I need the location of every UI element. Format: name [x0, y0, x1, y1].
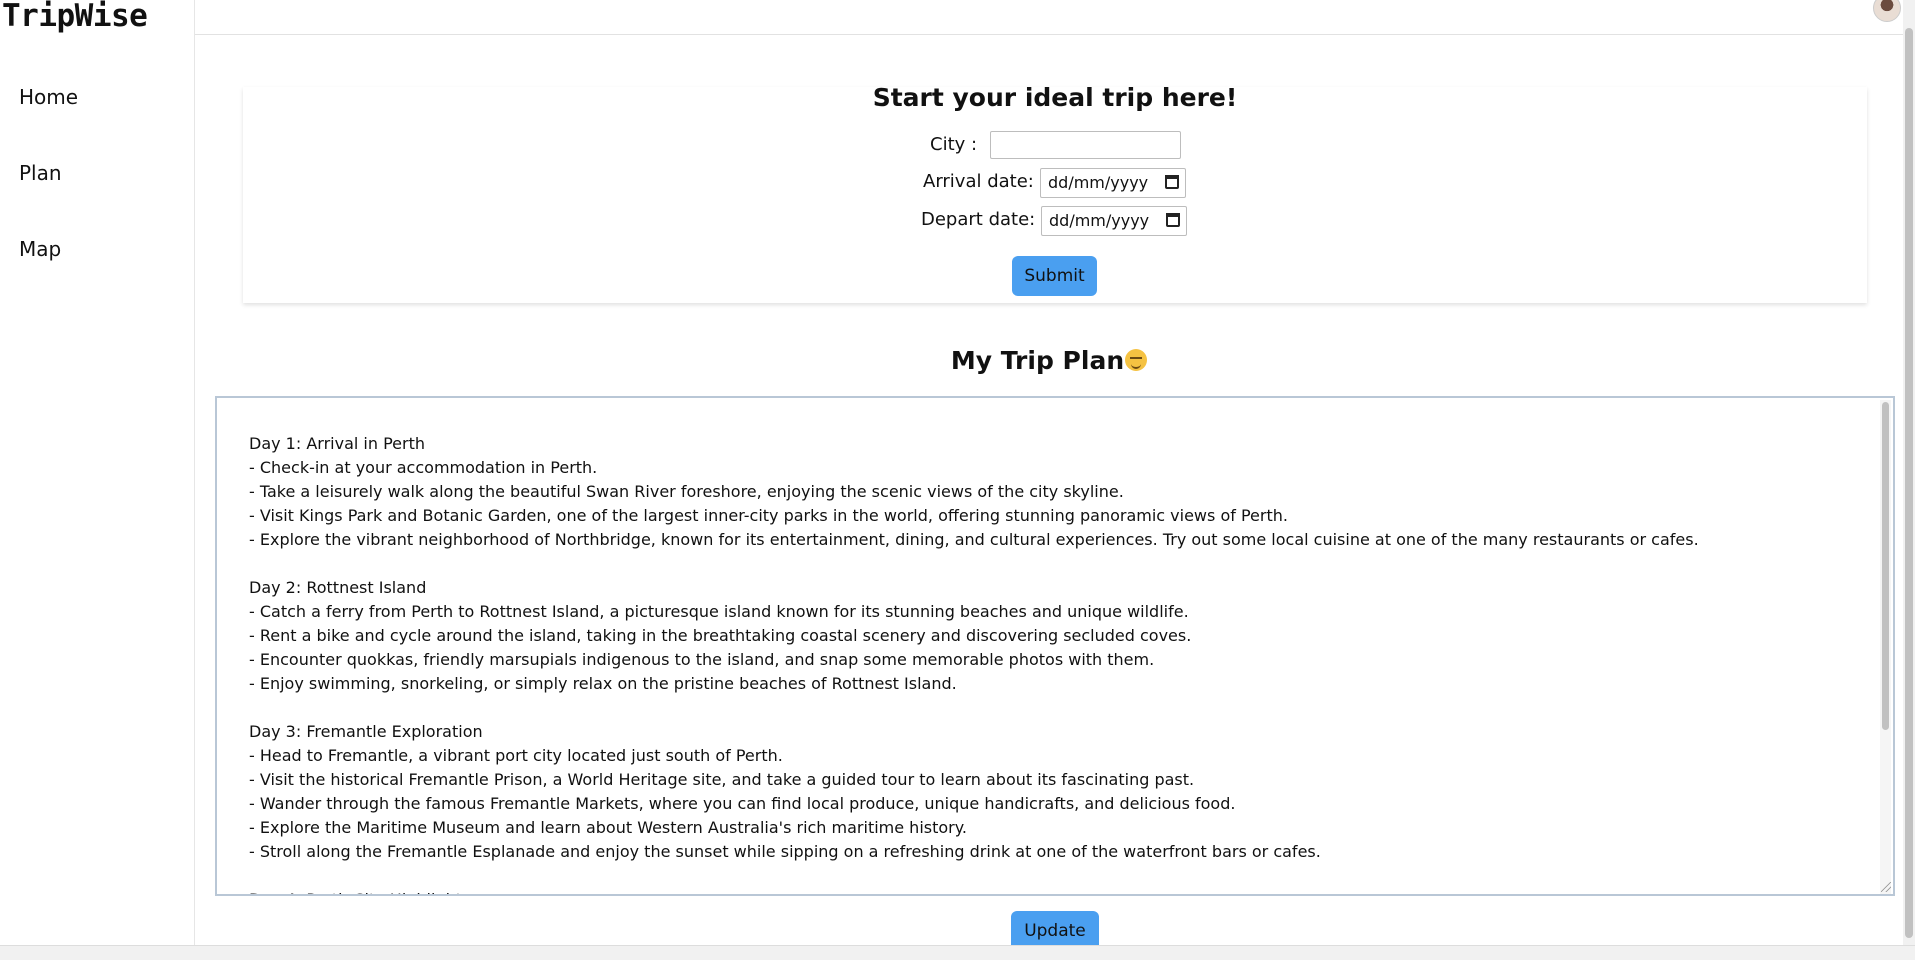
- textarea-scrollbar-thumb[interactable]: [1882, 402, 1889, 730]
- user-avatar[interactable]: [1873, 0, 1901, 22]
- plan-title: My Trip Plan: [195, 346, 1903, 375]
- brand-logo: TripWise: [2, 0, 148, 34]
- depart-row: Depart date: dd/mm/yyyy: [921, 206, 1187, 236]
- trip-plan-text: Day 1: Arrival in Perth - Check-in at yo…: [249, 434, 1699, 894]
- depart-date-label: Depart date:: [921, 209, 1036, 230]
- depart-date-value: dd/mm/yyyy: [1049, 211, 1150, 230]
- sidebar-item-map[interactable]: Map: [19, 234, 78, 310]
- calendar-icon[interactable]: [1165, 175, 1179, 189]
- city-row: City :: [930, 131, 1181, 159]
- depart-date-input[interactable]: dd/mm/yyyy: [1041, 206, 1187, 236]
- city-label: City :: [930, 134, 978, 155]
- horizontal-scrollbar[interactable]: [0, 945, 1915, 960]
- trip-form-card: Start your ideal trip here! City : Arriv…: [243, 83, 1867, 303]
- sidebar-nav: Home Plan Map: [19, 82, 78, 310]
- trip-plan-textarea[interactable]: Day 1: Arrival in Perth - Check-in at yo…: [215, 396, 1895, 896]
- smiling-face-emoji-icon: [1125, 349, 1148, 371]
- city-input[interactable]: [990, 131, 1181, 159]
- page-scrollbar-thumb[interactable]: [1905, 28, 1913, 938]
- calendar-icon[interactable]: [1166, 213, 1180, 227]
- sidebar-item-home[interactable]: Home: [19, 82, 78, 158]
- form-title: Start your ideal trip here!: [872, 83, 1238, 112]
- arrival-date-value: dd/mm/yyyy: [1048, 173, 1149, 192]
- top-bar: [195, 0, 1903, 35]
- sidebar: TripWise Home Plan Map: [0, 0, 195, 945]
- page-scrollbar[interactable]: [1903, 0, 1915, 945]
- arrival-row: Arrival date: dd/mm/yyyy: [923, 168, 1186, 198]
- plan-title-text: My Trip Plan: [950, 346, 1125, 375]
- arrival-date-label: Arrival date:: [923, 171, 1034, 192]
- sidebar-item-plan[interactable]: Plan: [19, 158, 78, 234]
- arrival-date-input[interactable]: dd/mm/yyyy: [1040, 168, 1186, 198]
- resize-handle-icon[interactable]: [1881, 882, 1891, 892]
- submit-button[interactable]: Submit: [1012, 256, 1097, 296]
